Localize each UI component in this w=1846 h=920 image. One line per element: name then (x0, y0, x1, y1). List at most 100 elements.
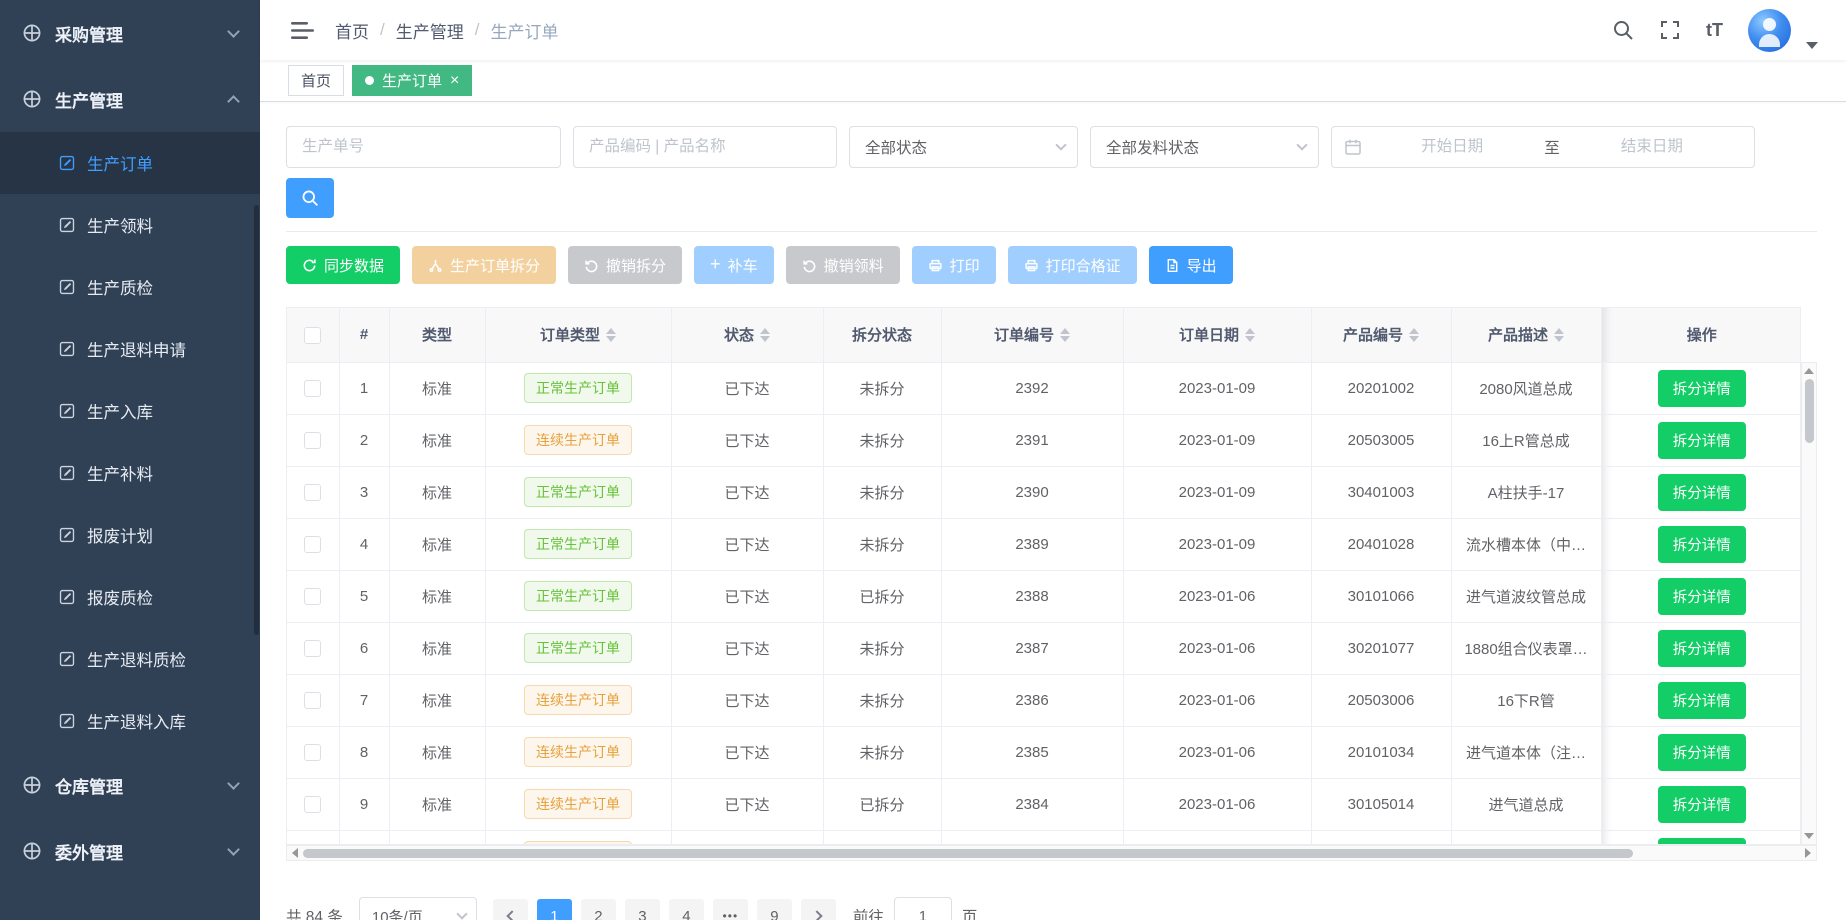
sidebar-item-production[interactable]: 生产管理 (0, 66, 260, 132)
undo-split-button[interactable]: 撤销拆分 (568, 246, 682, 284)
sidebar-item-outsourcing[interactable]: 委外管理 (0, 818, 260, 884)
sort-caret-icon[interactable] (1060, 328, 1070, 342)
sidebar-item-scrap-plan[interactable]: 报废计划 (0, 504, 260, 566)
split-detail-button[interactable]: 拆分详情 (1658, 786, 1746, 823)
split-detail-button[interactable]: 拆分详情 (1658, 838, 1746, 846)
column-order-date[interactable]: 订单日期 (1123, 308, 1311, 362)
row-checkbox[interactable] (304, 796, 321, 813)
scroll-right-arrow[interactable] (1805, 848, 1811, 858)
split-detail-button[interactable]: 拆分详情 (1658, 630, 1746, 667)
row-checkbox[interactable] (304, 640, 321, 657)
scroll-down-arrow[interactable] (1804, 833, 1814, 839)
close-icon[interactable]: × (450, 73, 459, 89)
cell-status: 已下达 (671, 414, 823, 466)
page-button-4[interactable]: 4 (669, 899, 704, 920)
sidebar-item-return-qc[interactable]: 生产退料质检 (0, 628, 260, 690)
sync-data-button[interactable]: 同步数据 (286, 246, 400, 284)
column-order-no[interactable]: 订单编号 (941, 308, 1123, 362)
tab-production-order[interactable]: 生产订单 × (352, 65, 472, 96)
page-button-1[interactable]: 1 (537, 899, 572, 920)
sidebar-item-purchase[interactable]: 采购管理 (0, 0, 260, 66)
search-button[interactable] (286, 178, 334, 218)
horizontal-scrollbar[interactable] (286, 845, 1817, 861)
sort-caret-icon[interactable] (1409, 328, 1419, 342)
row-checkbox[interactable] (304, 692, 321, 709)
product-search-input[interactable] (573, 126, 837, 168)
print-button[interactable]: 打印 (912, 246, 996, 284)
print-certificate-button[interactable]: 打印合格证 (1008, 246, 1137, 284)
sidebar-item-replenish[interactable]: 生产补料 (0, 442, 260, 504)
row-checkbox[interactable] (304, 744, 321, 761)
sidebar-item-production-order[interactable]: 生产订单 (0, 132, 260, 194)
column-product-no[interactable]: 产品编号 (1311, 308, 1451, 362)
split-detail-button[interactable]: 拆分详情 (1658, 578, 1746, 615)
tab-home[interactable]: 首页 (288, 65, 344, 96)
sidebar-item-return-inbound[interactable]: 生产退料入库 (0, 690, 260, 752)
select-all-checkbox[interactable] (304, 327, 321, 344)
sidebar-item-warehouse[interactable]: 仓库管理 (0, 752, 260, 818)
split-detail-button[interactable]: 拆分详情 (1658, 682, 1746, 719)
row-checkbox[interactable] (304, 484, 321, 501)
split-detail-button[interactable]: 拆分详情 (1658, 422, 1746, 459)
vertical-scrollbar[interactable] (1801, 362, 1817, 845)
fullscreen-icon[interactable] (1659, 19, 1681, 41)
breadcrumb-production[interactable]: 生产管理 (396, 18, 464, 43)
column-product-desc[interactable]: 产品描述 (1451, 308, 1601, 362)
split-detail-button[interactable]: 拆分详情 (1658, 526, 1746, 563)
cell-type: 标准 (389, 518, 485, 570)
user-avatar[interactable] (1748, 9, 1791, 52)
cell-split-status: 已拆分 (823, 570, 941, 622)
split-detail-button[interactable]: 拆分详情 (1658, 474, 1746, 511)
sidebar-item-production-inbound[interactable]: 生产入库 (0, 380, 260, 442)
row-checkbox[interactable] (304, 536, 321, 553)
goto-page-input[interactable] (894, 897, 952, 920)
start-date-input[interactable] (1362, 138, 1542, 156)
row-checkbox[interactable] (304, 432, 321, 449)
page-button-3[interactable]: 3 (625, 899, 660, 920)
chevron-left-icon (506, 910, 517, 920)
status-select[interactable]: 全部状态 (849, 126, 1078, 168)
page-button-9[interactable]: 9 (757, 899, 792, 920)
cell-index: 1 (339, 362, 389, 414)
hamburger-icon[interactable] (290, 20, 315, 41)
split-detail-button[interactable]: 拆分详情 (1658, 370, 1746, 407)
export-button[interactable]: 导出 (1149, 246, 1233, 284)
split-detail-button[interactable]: 拆分详情 (1658, 734, 1746, 771)
cell-index: 8 (339, 726, 389, 778)
row-checkbox[interactable] (304, 380, 321, 397)
prev-page-button[interactable] (493, 899, 528, 920)
page-button-2[interactable]: 2 (581, 899, 616, 920)
end-date-input[interactable] (1562, 138, 1742, 156)
vertical-scroll-thumb[interactable] (1805, 379, 1814, 443)
sort-caret-icon[interactable] (760, 328, 770, 342)
undo-pick-button[interactable]: 撤销领料 (786, 246, 900, 284)
breadcrumb-home[interactable]: 首页 (335, 18, 369, 43)
sidebar-item-scrap-qc[interactable]: 报废质检 (0, 566, 260, 628)
issue-status-select[interactable]: 全部发料状态 (1090, 126, 1319, 168)
order-no-input[interactable] (286, 126, 561, 168)
add-cart-button[interactable]: + 补车 (694, 246, 774, 284)
page-size-select[interactable]: 10条/页 (359, 897, 477, 920)
sidebar-scrollbar[interactable] (254, 205, 259, 635)
scroll-up-arrow[interactable] (1804, 368, 1814, 374)
date-range-picker[interactable]: 至 (1331, 126, 1755, 168)
font-size-icon[interactable]: tT (1706, 19, 1723, 41)
cell-product-no: 20101034 (1311, 726, 1451, 778)
horizontal-scroll-thumb[interactable] (303, 849, 1633, 858)
sort-caret-icon[interactable] (1245, 328, 1255, 342)
next-page-button[interactable] (801, 899, 836, 920)
order-split-button[interactable]: 生产订单拆分 (412, 246, 556, 284)
search-icon[interactable] (1612, 19, 1634, 41)
sidebar-item-return-request[interactable]: 生产退料申请 (0, 318, 260, 380)
column-order-type[interactable]: 订单类型 (485, 308, 671, 362)
scroll-left-arrow[interactable] (292, 848, 298, 858)
sort-caret-icon[interactable] (1554, 328, 1564, 342)
edit-icon (58, 712, 76, 730)
row-checkbox[interactable] (304, 588, 321, 605)
sidebar-item-production-qc[interactable]: 生产质检 (0, 256, 260, 318)
sort-caret-icon[interactable] (606, 328, 616, 342)
sidebar-item-production-picking[interactable]: 生产领料 (0, 194, 260, 256)
column-status[interactable]: 状态 (671, 308, 823, 362)
caret-down-icon[interactable] (1806, 42, 1818, 49)
more-pages-button[interactable]: ••• (713, 899, 748, 920)
